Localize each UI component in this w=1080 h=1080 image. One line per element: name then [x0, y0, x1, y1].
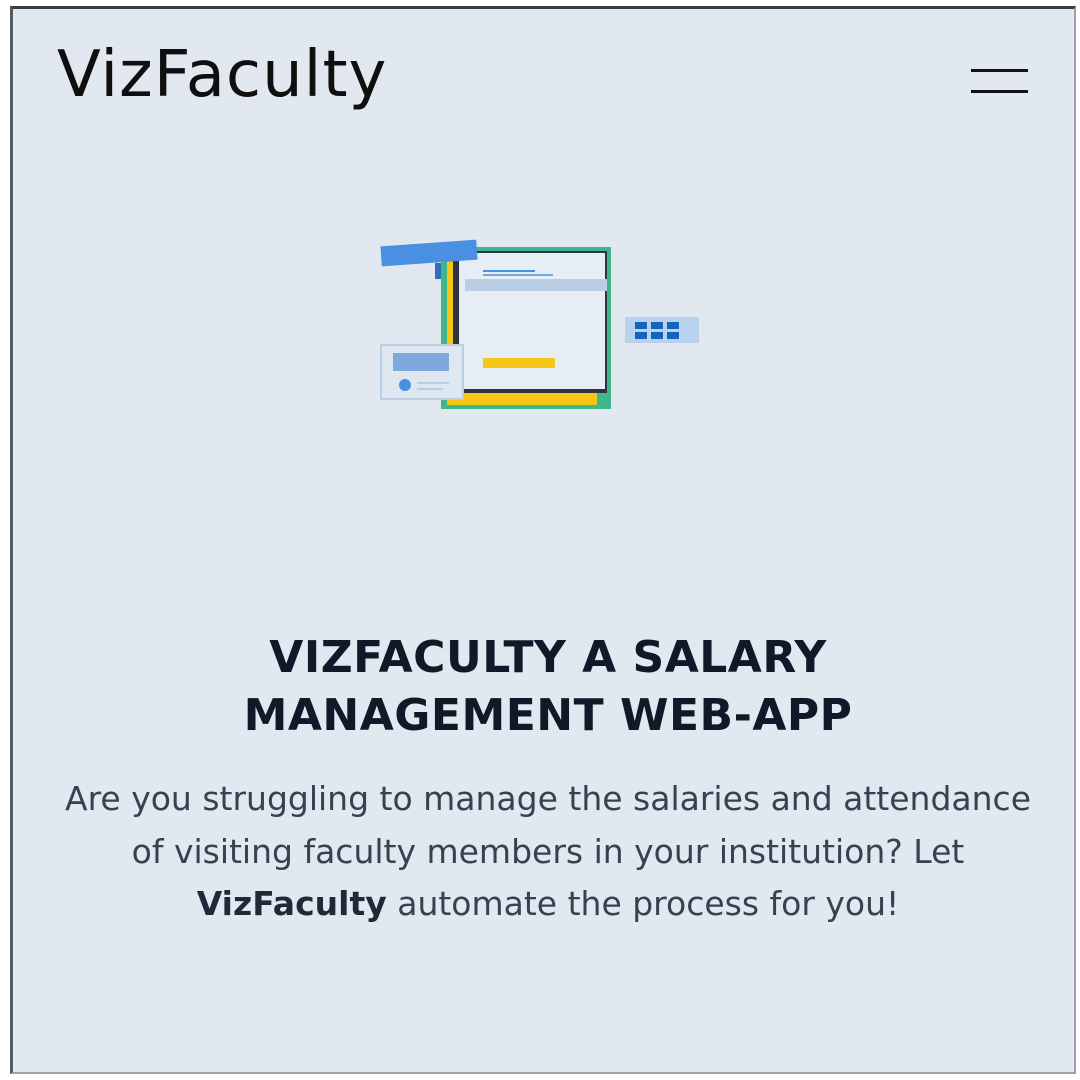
illustration-svg	[380, 239, 699, 409]
grid-cell	[667, 332, 679, 339]
hero-headline: VIZFACULTY A SALARY MANAGEMENT WEB-APP	[53, 629, 1043, 745]
menu-line	[971, 90, 1028, 93]
grid-cell	[635, 322, 647, 329]
hamburger-menu-icon[interactable]	[971, 65, 1031, 99]
tag-clip	[435, 263, 441, 279]
main-document	[459, 253, 605, 389]
grid-cell	[651, 332, 663, 339]
description-text-1: Are you struggling to manage the salarie…	[65, 779, 1031, 871]
yellow-highlight	[483, 358, 555, 368]
hero-description: Are you struggling to manage the salarie…	[65, 773, 1031, 931]
description-brand: VizFaculty	[196, 884, 387, 923]
grid-cell	[651, 322, 663, 329]
app-window: VizFaculty VIZFACULTY A SALARY MANAGEMEN…	[10, 6, 1076, 1074]
headline-line-1: VIZFACULTY A SALARY	[269, 632, 827, 683]
description-text-2: automate the process for you!	[386, 884, 900, 923]
card-dot	[399, 379, 411, 391]
salary-document-illustration	[367, 233, 707, 418]
card-photo	[393, 353, 449, 371]
grid-cell	[635, 332, 647, 339]
grid-cell	[667, 322, 679, 329]
menu-line	[971, 69, 1028, 72]
grid-widget	[625, 317, 699, 343]
headline-line-2: MANAGEMENT WEB-APP	[243, 690, 853, 741]
document-header	[465, 279, 607, 291]
brand-logo[interactable]: VizFaculty	[57, 43, 387, 107]
